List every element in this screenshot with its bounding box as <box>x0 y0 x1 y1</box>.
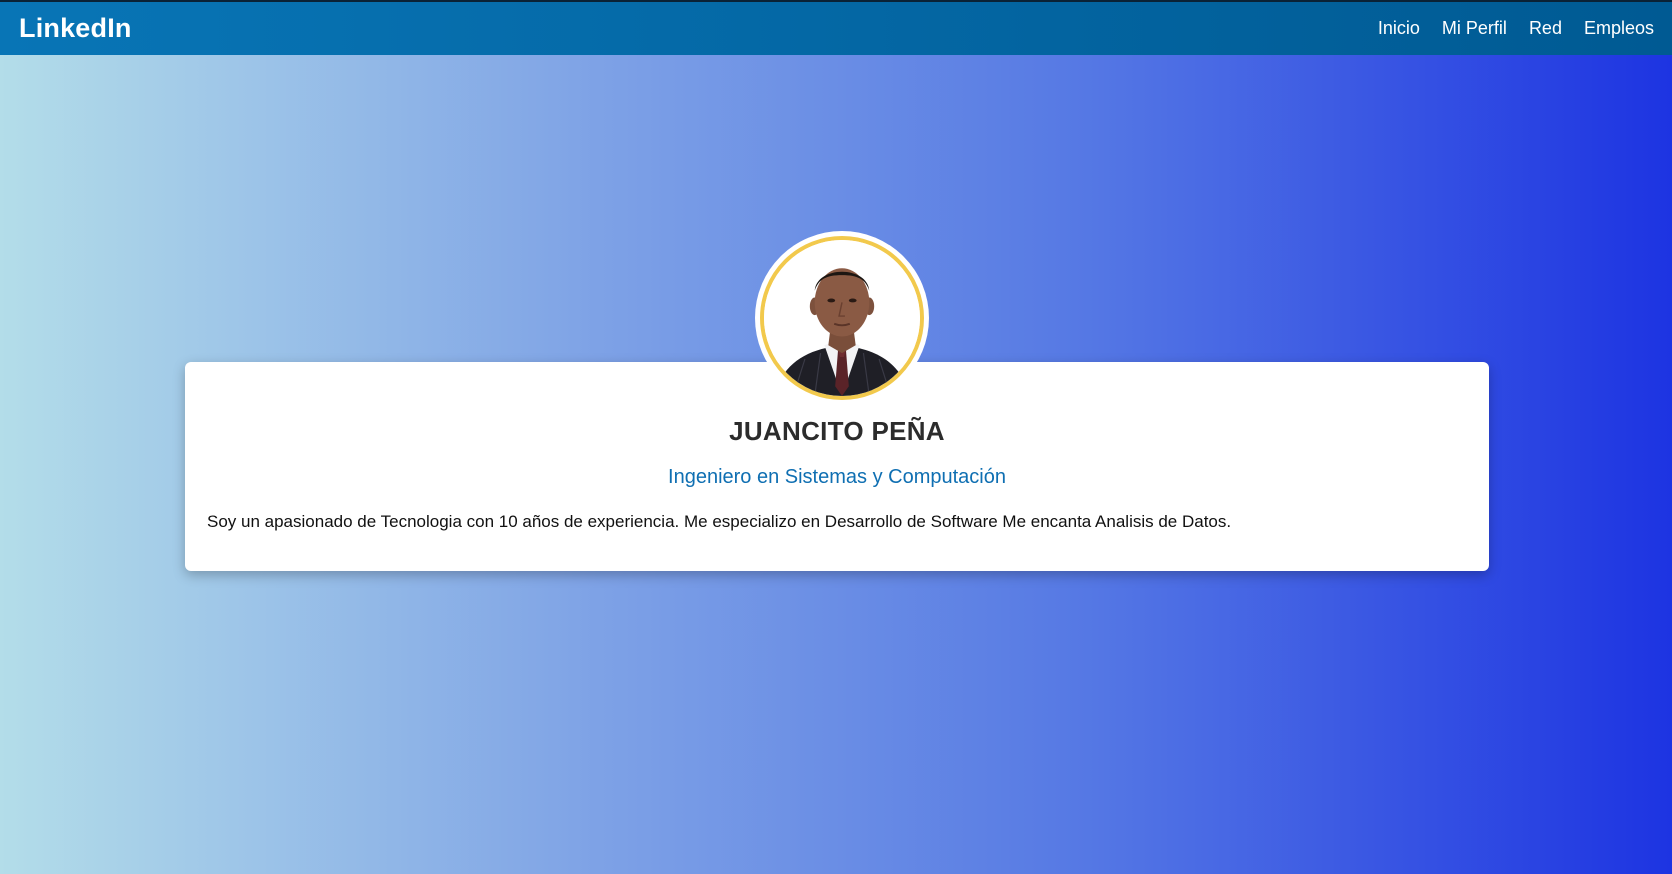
profile-name: JUANCITO PEÑA <box>729 416 945 446</box>
nav-link-mi-perfil[interactable]: Mi Perfil <box>1442 18 1507 39</box>
top-navbar: LinkedIn Inicio Mi Perfil Red Empleos <box>0 0 1672 55</box>
profile-avatar <box>755 231 929 405</box>
avatar-ring <box>760 236 924 400</box>
main-nav: Inicio Mi Perfil Red Empleos <box>1378 18 1654 39</box>
profile-photo-icon <box>764 240 920 396</box>
nav-link-empleos[interactable]: Empleos <box>1584 18 1654 39</box>
profile-headline: Ingeniero en Sistemas y Computación <box>668 466 1006 488</box>
nav-link-red[interactable]: Red <box>1529 18 1562 39</box>
nav-link-inicio[interactable]: Inicio <box>1378 18 1420 39</box>
profile-about: Soy un apasionado de Tecnologia con 10 a… <box>207 512 1232 531</box>
brand-logo-link[interactable]: LinkedIn <box>19 13 132 44</box>
